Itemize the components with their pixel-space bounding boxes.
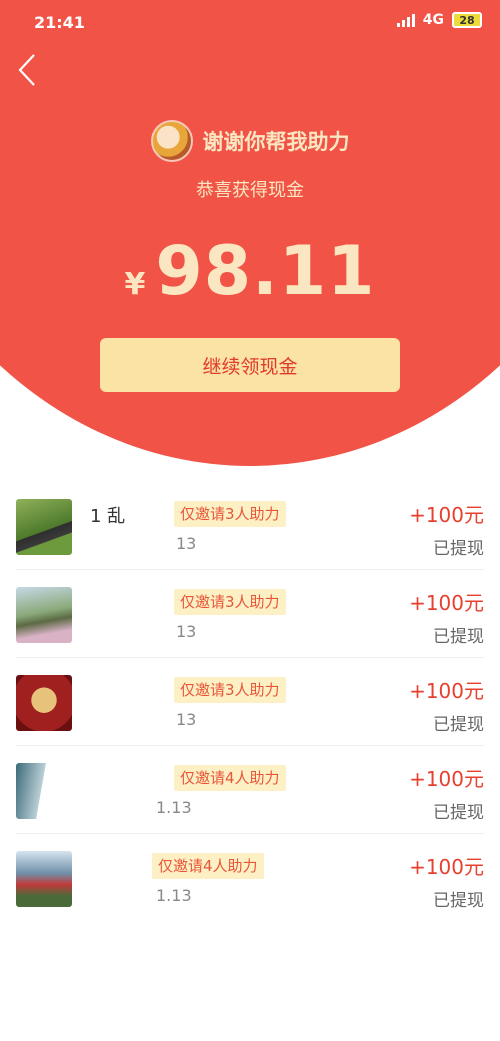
withdraw-status: 已提现 xyxy=(433,803,484,823)
withdraw-status: 已提现 xyxy=(433,715,484,735)
date-text: 1.13 xyxy=(156,886,192,905)
user-name xyxy=(90,678,160,704)
title-row: 谢谢你帮我助力 xyxy=(0,118,500,164)
signal-icon xyxy=(396,13,415,27)
reward-amount: +100元 xyxy=(409,503,484,527)
cash-amount: ¥ 98.11 xyxy=(0,232,500,312)
amount-value: 98.11 xyxy=(155,232,376,311)
battery-icon: 28 xyxy=(452,12,482,28)
status-badge: 仅邀请3人助力 xyxy=(174,589,286,615)
status-indicators: 4G 28 xyxy=(396,12,482,28)
avatar xyxy=(16,851,72,907)
chevron-left-icon xyxy=(18,54,35,86)
user-name xyxy=(90,766,160,792)
list-item[interactable]: 仅邀请4人助力 1.13 +100元 已提现 xyxy=(16,834,484,922)
avatar xyxy=(16,499,72,555)
avatar xyxy=(16,587,72,643)
network-type: 4G xyxy=(422,12,444,28)
status-badge: 仅邀请3人助力 xyxy=(174,677,286,703)
list-item[interactable]: 1 乱 仅邀请3人助力 13 +100元 已提现 xyxy=(16,482,484,570)
battery-level: 28 xyxy=(459,13,475,27)
status-badge: 仅邀请4人助力 xyxy=(152,853,264,879)
user-name xyxy=(90,590,160,616)
withdraw-status: 已提现 xyxy=(433,891,484,911)
withdraw-status: 已提现 xyxy=(433,539,484,559)
reward-amount: +100元 xyxy=(409,591,484,615)
list-item[interactable]: 仅邀请3人助力 13 +100元 已提现 xyxy=(16,658,484,746)
avatar xyxy=(16,763,72,819)
record-list: 1 乱 仅邀请3人助力 13 +100元 已提现 仅邀请3人助力 13 +100… xyxy=(0,482,500,922)
avatar xyxy=(150,120,193,162)
date-text: 13 xyxy=(176,710,197,729)
back-button[interactable] xyxy=(12,50,42,90)
list-item[interactable]: 仅邀请3人助力 13 +100元 已提现 xyxy=(16,570,484,658)
user-name: 1 乱 xyxy=(90,506,126,527)
page-title: 谢谢你帮我助力 xyxy=(202,130,350,154)
page-subtitle: 恭喜获得现金 xyxy=(196,180,304,201)
reward-amount: +100元 xyxy=(409,855,484,879)
date-text: 13 xyxy=(176,622,197,641)
date-text: 13 xyxy=(176,534,197,553)
continue-cash-button[interactable]: 继续领现金 xyxy=(100,338,400,392)
status-bar: 21:41 4G 28 xyxy=(0,0,500,44)
status-time: 21:41 xyxy=(34,13,85,32)
currency-symbol: ¥ xyxy=(124,267,146,302)
avatar xyxy=(16,675,72,731)
user-name xyxy=(90,854,160,880)
date-text: 1.13 xyxy=(156,798,192,817)
status-badge: 仅邀请4人助力 xyxy=(174,765,286,791)
reward-amount: +100元 xyxy=(409,767,484,791)
list-item[interactable]: 仅邀请4人助力 1.13 +100元 已提现 xyxy=(16,746,484,834)
status-badge: 仅邀请3人助力 xyxy=(174,501,286,527)
withdraw-status: 已提现 xyxy=(433,627,484,647)
reward-amount: +100元 xyxy=(409,679,484,703)
